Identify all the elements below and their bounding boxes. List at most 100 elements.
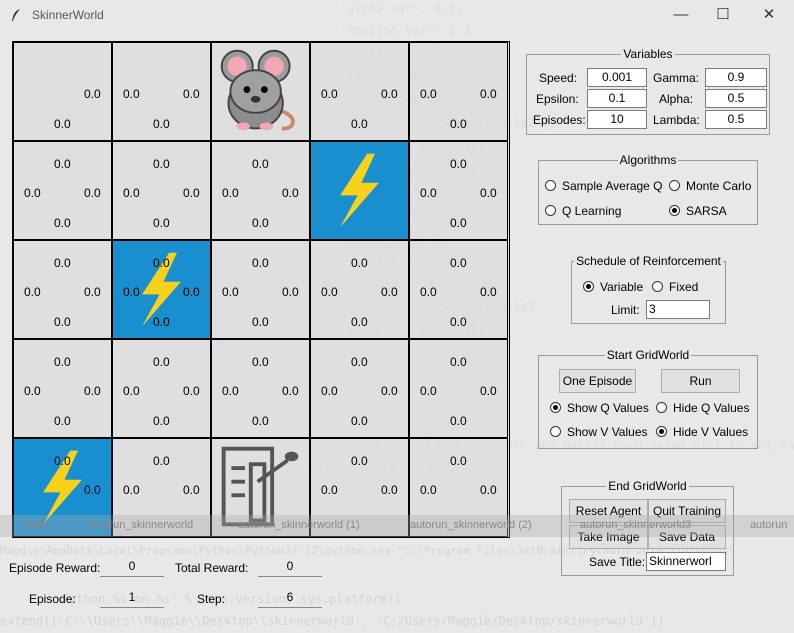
q-value: 0.0 [351, 256, 368, 270]
q-value: 0.0 [381, 384, 398, 398]
q-value: 0.0 [84, 384, 101, 398]
q-value: 0.0 [24, 186, 41, 200]
q-value: 0.0 [321, 285, 338, 299]
q-value: 0.0 [420, 285, 437, 299]
q-value: 0.0 [153, 454, 170, 468]
grid-cell: 0.0 0.0 0.0 0.0 [13, 339, 112, 438]
grid-cell: 0.0 0.0 0.0 0.0 [409, 141, 508, 240]
q-value: 0.0 [381, 483, 398, 497]
radio-variable[interactable]: Variable [583, 280, 643, 294]
q-value: 0.0 [282, 285, 299, 299]
run-button[interactable]: Run [661, 369, 740, 393]
q-value: 0.0 [183, 483, 200, 497]
radio-indicator [545, 205, 556, 216]
q-value: 0.0 [153, 157, 170, 171]
q-value: 0.0 [450, 216, 467, 230]
radio-label: Fixed [669, 280, 699, 294]
grid-cell: 0.0 0.0 0.0 0.0 [13, 141, 112, 240]
step-value: 6 [258, 589, 322, 608]
title-bar[interactable]: SkinnerWorld — ☐ ✕ [0, 0, 794, 30]
app-window: SkinnerWorld — ☐ ✕ 0.0 0.0 0.0 0.0 0.0 0.0 0.0… [0, 0, 794, 633]
grid-cell: 0.0 0.0 0.0 0.0 [211, 240, 310, 339]
q-value: 0.0 [351, 355, 368, 369]
episodes-field[interactable]: 10 [587, 110, 647, 129]
q-value: 0.0 [252, 315, 269, 329]
epsilon-field[interactable]: 0.1 [587, 89, 647, 108]
q-value: 0.0 [123, 285, 140, 299]
radio-fixed[interactable]: Fixed [652, 280, 698, 294]
radio-indicator [669, 205, 680, 216]
q-value: 0.0 [252, 355, 269, 369]
q-value: 0.0 [153, 315, 170, 329]
grid-world: 0.0 0.0 0.0 0.0 0.0 0.0 0.0 0.0 0.0 0.0 0.0 0.0 0.0 0… [12, 41, 510, 538]
ghost-tab: autorun_skinnerworld (2) [410, 519, 532, 531]
end-gridworld-legend: End GridWorld [608, 479, 687, 493]
ghost-tab: autorun [750, 519, 788, 531]
radio-sarsa[interactable]: SARSA [669, 204, 727, 218]
episode-reward-label: Episode Reward: [9, 561, 101, 575]
grid-cell: 0.0 0.0 0.0 0.0 [211, 141, 310, 240]
grid-cell [211, 42, 310, 141]
total-reward-label: Total Reward: [175, 561, 249, 575]
q-value: 0.0 [252, 256, 269, 270]
q-value: 0.0 [321, 87, 338, 101]
radio-label: SARSA [686, 204, 727, 218]
lightning-icon [340, 153, 379, 228]
speed-field[interactable]: 0.001 [587, 68, 647, 87]
grid-cell: 0.0 0.0 0.0 0.0 [13, 240, 112, 339]
q-value: 0.0 [450, 117, 467, 131]
q-value: 0.0 [450, 256, 467, 270]
q-value: 0.0 [54, 355, 71, 369]
step-label: Step: [197, 592, 226, 606]
radio-monte-carlo[interactable]: Monte Carlo [669, 179, 751, 193]
radio-label: Show V Values [567, 425, 648, 439]
q-value: 0.0 [480, 384, 497, 398]
radio-label: Show Q Values [567, 401, 649, 415]
lambda-field[interactable]: 0.5 [705, 110, 767, 129]
grid-cell: 0.0 0.0 0.0 [409, 42, 508, 141]
q-value: 0.0 [183, 384, 200, 398]
q-value: 0.0 [450, 157, 467, 171]
q-value: 0.0 [450, 454, 467, 468]
close-button[interactable]: ✕ [746, 0, 792, 30]
radio-label: Sample Average Q [562, 179, 663, 193]
episode-label: Episode: [29, 592, 76, 606]
q-value: 0.0 [420, 483, 437, 497]
alpha-field[interactable]: 0.5 [705, 89, 767, 108]
q-value: 0.0 [420, 384, 437, 398]
q-value: 0.0 [183, 186, 200, 200]
grid-cell: 0.0 0.0 0.0 0.0 [112, 240, 211, 339]
q-value: 0.0 [450, 414, 467, 428]
grid-cell: 0.0 0.0 [13, 42, 112, 141]
schedule-legend: Schedule of Reinforcement [576, 254, 721, 268]
save-title-label: Save Title: [589, 555, 646, 569]
radio-label: Hide Q Values [673, 401, 750, 415]
one-episode-button[interactable]: One Episode [559, 369, 636, 393]
q-value: 0.0 [450, 355, 467, 369]
q-value: 0.0 [183, 87, 200, 101]
radio-show-q-values[interactable]: Show Q Values [550, 401, 649, 415]
radio-q-learning[interactable]: Q Learning [545, 204, 621, 218]
save-title-field[interactable]: Skinnerworl [646, 552, 726, 571]
variables-legend: Variables [623, 47, 673, 61]
maximize-button[interactable]: ☐ [700, 0, 746, 30]
radio-sample-average-q[interactable]: Sample Average Q [545, 179, 663, 193]
radio-show-v-values[interactable]: Show V Values [550, 425, 648, 439]
radio-hide-q-values[interactable]: Hide Q Values [656, 401, 749, 415]
minimize-button[interactable]: — [658, 0, 704, 30]
gamma-field[interactable]: 0.9 [705, 68, 767, 87]
q-value: 0.0 [252, 216, 269, 230]
q-value: 0.0 [54, 315, 71, 329]
grid-cell: 0.0 0.0 0.0 [310, 42, 409, 141]
radio-label: Variable [600, 280, 644, 294]
q-value: 0.0 [480, 186, 497, 200]
mouse-icon [220, 49, 295, 131]
radio-indicator [669, 180, 680, 191]
total-reward-value: 0 [258, 558, 322, 577]
radio-hide-v-values[interactable]: Hide V Values [656, 425, 748, 439]
limit-label: Limit: [611, 303, 640, 317]
radio-indicator [656, 402, 667, 413]
grid-cell: 0.0 0.0 0.0 0.0 [112, 339, 211, 438]
grid-cell: 0.0 0.0 0.0 0.0 [409, 240, 508, 339]
limit-field[interactable]: 3 [646, 300, 710, 319]
